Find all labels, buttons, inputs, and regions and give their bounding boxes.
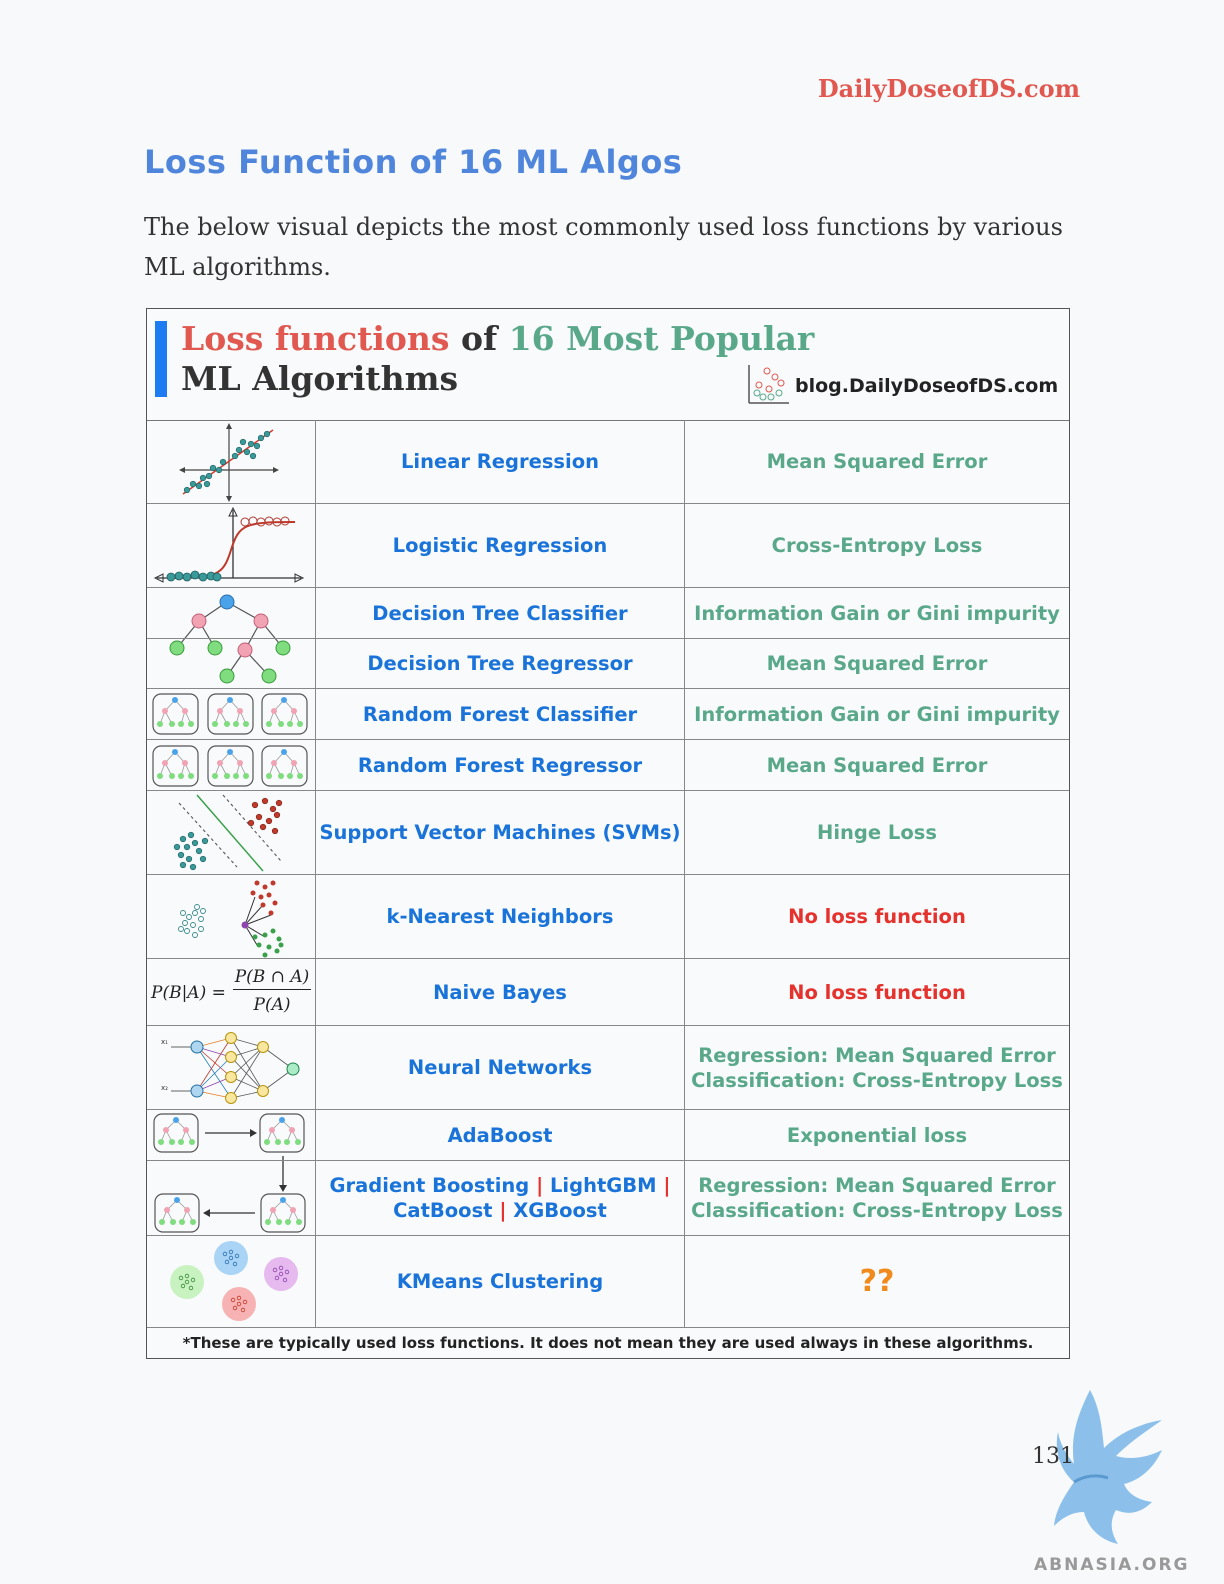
intro-paragraph: The below visual depicts the most common… [144, 213, 1063, 281]
scatter-logo-icon [745, 363, 791, 407]
algo-cell: KMeans Clustering [316, 1236, 685, 1327]
header-dark-part: of [449, 319, 509, 358]
loss-cell: ?? [859, 1264, 895, 1299]
loss-cell: No loss function [788, 905, 966, 928]
separator: | [499, 1199, 507, 1222]
algo-cell: Random Forest Regressor [316, 740, 685, 790]
bayes-denominator: P(A) [253, 995, 291, 1015]
kmeans-clusters-icon [147, 1236, 316, 1327]
nn-input-label: x₂ [161, 1084, 168, 1092]
bayes-numerator: P(B ∩ A) [233, 967, 311, 990]
loss-line: Classification: Cross-Entropy Loss [691, 1199, 1063, 1222]
header-line-1: Loss functions of 16 Most Popular [181, 319, 814, 358]
random-forest-icon [147, 689, 316, 739]
header-accent-bar [155, 321, 167, 397]
nn-input-label: x₁ [161, 1038, 168, 1046]
linear-regression-icon [147, 420, 316, 503]
algo-cell: Neural Networks [316, 1026, 685, 1109]
loss-cell: Information Gain or Gini impurity [694, 601, 1060, 625]
table-row: Random Forest Classifier Information Gai… [147, 689, 1069, 740]
algo-cell: Decision Tree Regressor [316, 639, 685, 688]
table-row: Support Vector Machines (SVMs) Hinge Los… [147, 791, 1069, 875]
header-red-part: Loss functions [181, 319, 450, 358]
loss-line: Regression: Mean Squared Error [698, 1043, 1056, 1067]
loss-cell: Cross-Entropy Loss [771, 534, 983, 557]
algo-cell: Support Vector Machines (SVMs) [316, 791, 685, 874]
loss-cell: Mean Squared Error [766, 753, 988, 777]
loss-cell: Information Gain or Gini impurity [694, 702, 1060, 726]
neural-network-icon: x₁ x₂ [147, 1026, 316, 1109]
loss-cell: Hinge Loss [817, 821, 937, 844]
loss-cell: Exponential loss [786, 1123, 968, 1147]
header-green-part: 16 Most Popular [508, 319, 815, 358]
algo-gradient-boosting: Gradient Boosting [329, 1174, 530, 1197]
site-name: DailyDoseofDS.com [817, 74, 1080, 103]
algo-line: Gradient Boosting | LightGBM | [330, 1173, 671, 1198]
table-row: KMeans Clustering ?? [147, 1236, 1069, 1328]
algo-line: CatBoost | XGBoost [393, 1198, 607, 1223]
table-row: Random Forest Regressor Mean Squared Err… [147, 740, 1069, 791]
table-row: P(B|A) = P(B ∩ A) P(A) Naive Bayes No lo… [147, 959, 1069, 1026]
loss-functions-table: Loss functions of 16 Most Popular ML Alg… [146, 308, 1070, 1359]
algo-cell: Random Forest Classifier [316, 689, 685, 739]
algo-cell: AdaBoost [316, 1110, 685, 1160]
watermark-griffin-logo [1030, 1384, 1170, 1554]
table-row: AdaBoost Exponential loss [147, 1110, 1069, 1161]
table-row: Gradient Boosting | LightGBM | CatBoost … [147, 1161, 1069, 1236]
watermark-text: ABNASIA.ORG [1034, 1555, 1190, 1575]
algo-catboost: CatBoost [393, 1199, 493, 1222]
bayes-formula: P(B|A) = P(B ∩ A) P(A) [147, 959, 316, 1025]
loss-line: Classification: Cross-Entropy Loss [691, 1068, 1063, 1092]
algo-cell: Naive Bayes [316, 959, 685, 1025]
table-row: Logistic Regression Cross-Entropy Loss [147, 504, 1069, 588]
algo-cell: Decision Tree Classifier [316, 588, 685, 638]
table-row: k-Nearest Neighbors No loss function [147, 875, 1069, 959]
table-row: Linear Regression Mean Squared Error [147, 420, 1069, 504]
footnote: *These are typically used loss functions… [182, 1333, 1034, 1352]
loss-cell: Regression: Mean Squared Error Classific… [685, 1026, 1069, 1109]
page-title: Loss Function of 16 ML Algos [144, 143, 683, 181]
page-number: 131 [1032, 1444, 1074, 1469]
loss-cell: Mean Squared Error [766, 450, 988, 473]
svm-icon [147, 791, 316, 874]
sigmoid-curve-icon [147, 504, 316, 587]
loss-line: Regression: Mean Squared Error [698, 1174, 1056, 1197]
random-forest-icon [147, 740, 316, 790]
separator: | [663, 1174, 671, 1197]
loss-cell: No loss function [788, 980, 966, 1004]
algo-cell: k-Nearest Neighbors [316, 875, 685, 958]
algo-cell: Gradient Boosting | LightGBM | CatBoost … [316, 1161, 685, 1235]
algo-xgboost: XGBoost [513, 1199, 607, 1222]
header-line-2: ML Algorithms [181, 359, 459, 398]
knn-icon [147, 875, 316, 958]
bayes-lhs: P(B|A) = [151, 983, 226, 1003]
table-row: x₁ x₂ Neural Networks Regression: Mean S… [147, 1026, 1069, 1110]
table-row: Decision Tree Classifier Information Gai… [147, 588, 1069, 639]
algo-cell: Linear Regression [316, 420, 685, 503]
separator: | [536, 1174, 544, 1197]
loss-cell: Mean Squared Error [766, 652, 988, 675]
blog-url: blog.DailyDoseofDS.com [795, 375, 1059, 397]
table-header: Loss functions of 16 Most Popular ML Alg… [147, 309, 1069, 421]
algo-lightgbm: LightGBM [550, 1174, 657, 1197]
algo-cell: Logistic Regression [316, 504, 685, 587]
loss-cell: Regression: Mean Squared Error Classific… [685, 1161, 1069, 1235]
table-row: Decision Tree Regressor Mean Squared Err… [147, 639, 1069, 689]
